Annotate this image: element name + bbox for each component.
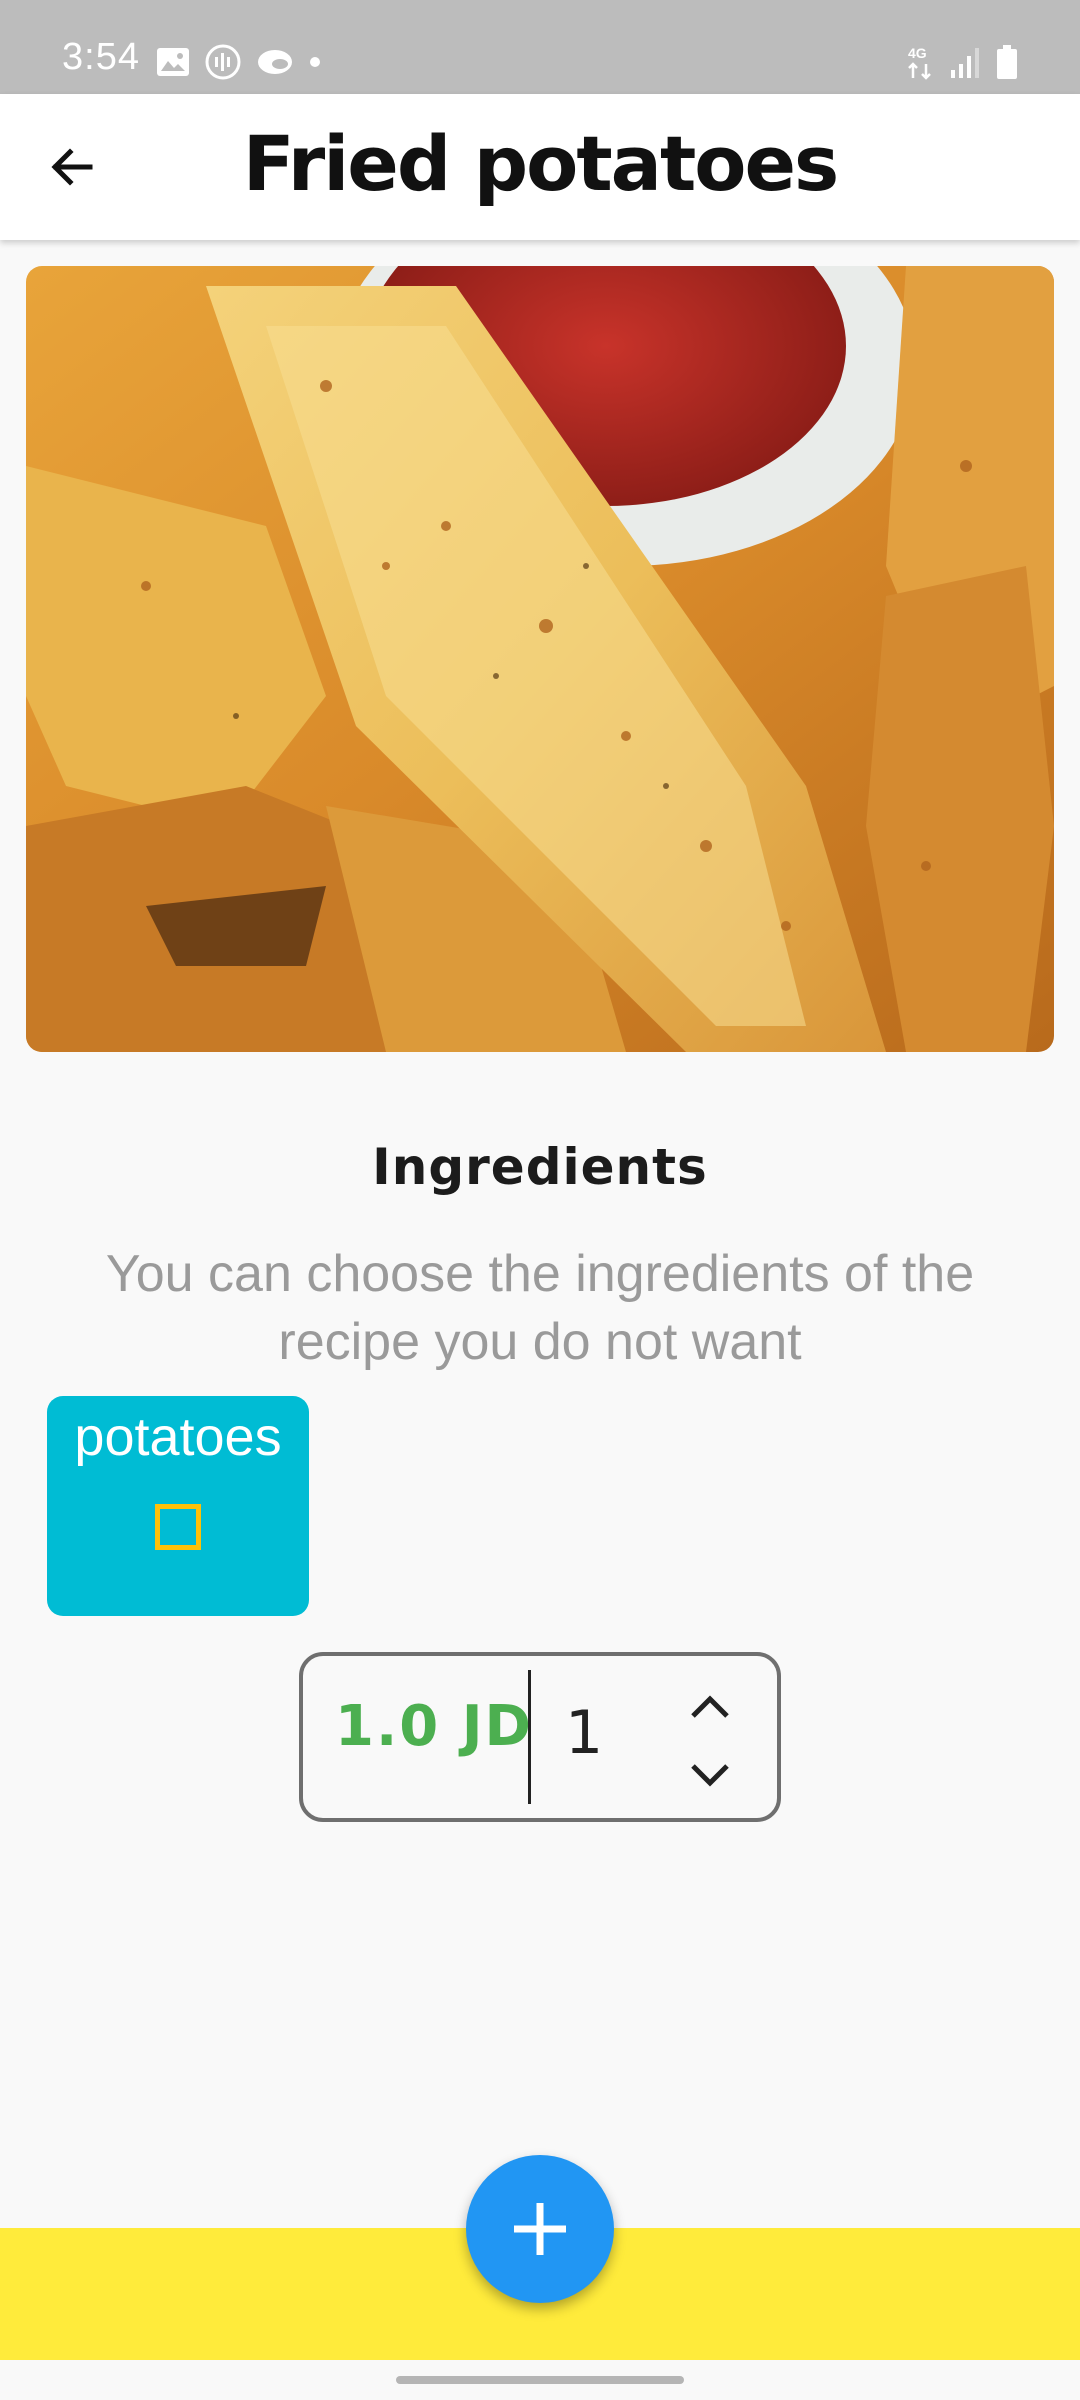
cloud-icon xyxy=(258,50,292,74)
ingredient-card-potatoes[interactable]: potatoes xyxy=(47,1396,309,1616)
recipe-photo xyxy=(26,266,1054,1052)
add-to-cart-button[interactable] xyxy=(466,2155,614,2303)
page-title: Fried potatoes xyxy=(242,119,840,208)
battery-icon xyxy=(997,45,1017,79)
signal-icon xyxy=(951,48,979,78)
network-label: 4G xyxy=(908,45,927,61)
quantity-value[interactable]: 1 xyxy=(565,1698,603,1768)
ingredients-heading: Ingredients xyxy=(372,1138,708,1196)
divider xyxy=(528,1670,531,1804)
price-label: 1.0 JD xyxy=(335,1694,534,1759)
chevron-down-icon[interactable] xyxy=(683,1756,737,1796)
notification-icons xyxy=(156,42,322,82)
back-button[interactable] xyxy=(36,131,108,203)
app-bar: Fried potatoes xyxy=(0,94,1080,240)
system-icons: 4G xyxy=(908,42,1018,82)
quantity-stepper: 1.0 JD 1 xyxy=(299,1652,781,1822)
voice-recorder-icon xyxy=(205,44,241,80)
ingredient-checkbox[interactable] xyxy=(155,1504,201,1550)
ingredient-name: potatoes xyxy=(74,1407,282,1467)
status-bar: 3:54 4G xyxy=(0,0,1080,94)
ingredients-description: You can choose the ingredients of the re… xyxy=(105,1245,975,1371)
fried-potatoes-image xyxy=(26,266,1054,1052)
image-icon xyxy=(157,48,189,76)
gesture-nav-handle[interactable] xyxy=(396,2376,684,2384)
dot-icon xyxy=(310,57,320,67)
data-arrows-icon: 4G xyxy=(908,45,931,80)
chevron-up-icon[interactable] xyxy=(683,1686,737,1726)
status-time: 3:54 xyxy=(62,36,140,78)
arrow-left-icon xyxy=(51,148,93,186)
plus-icon xyxy=(514,2203,566,2255)
